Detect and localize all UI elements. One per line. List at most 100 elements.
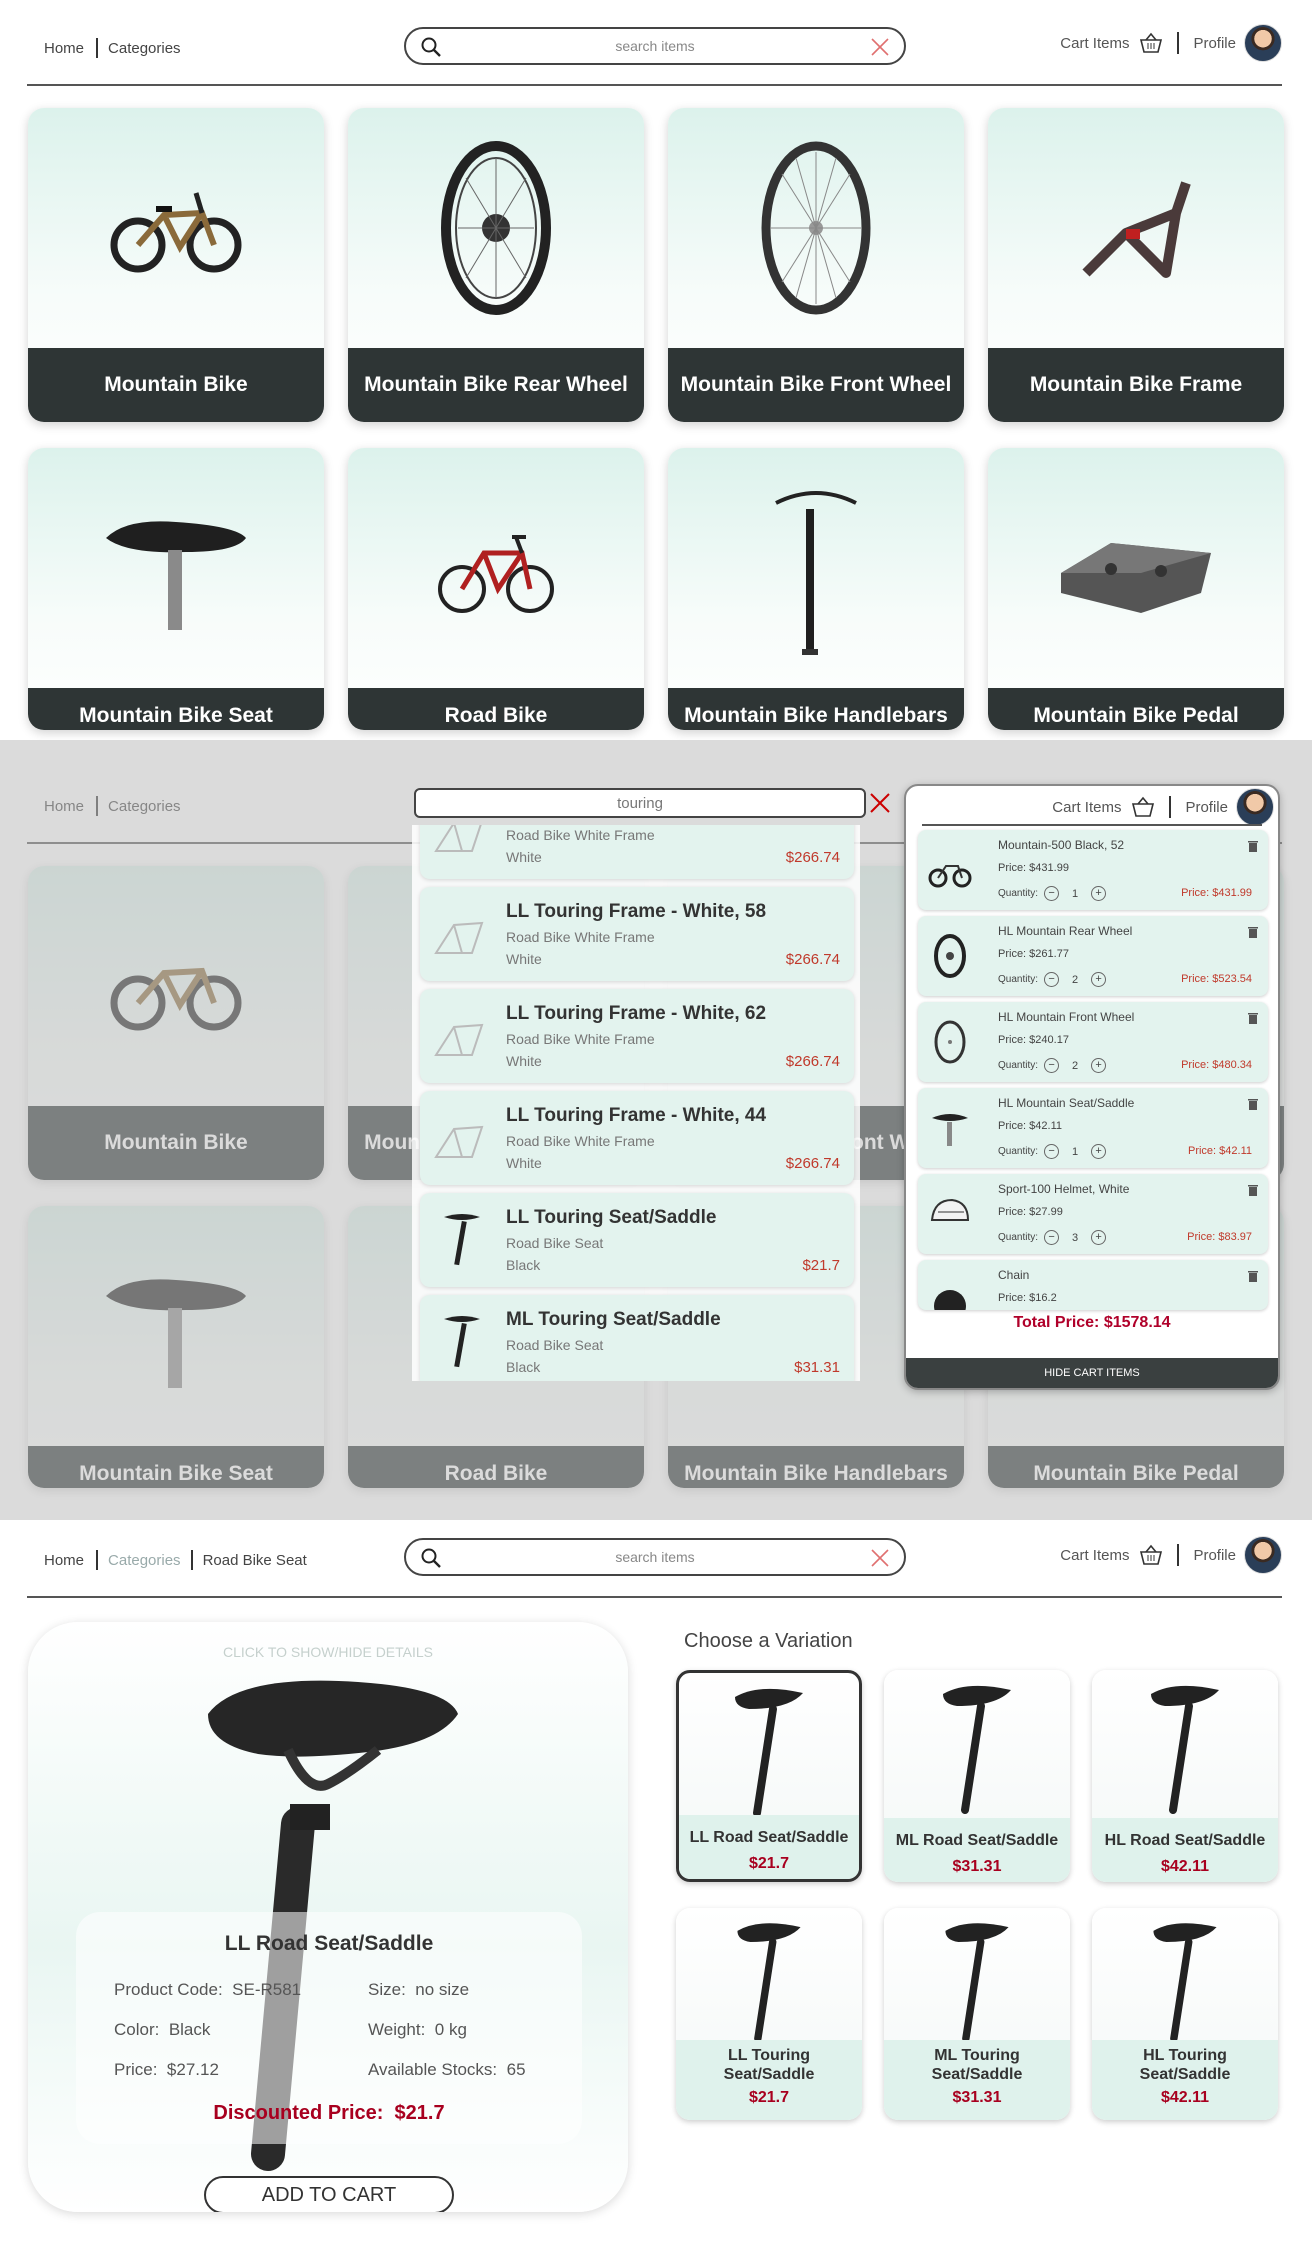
cart-items-link[interactable]: Cart Items	[1052, 799, 1121, 816]
cart-item-price: Price: $431.99	[998, 862, 1069, 874]
search-result-item[interactable]: LL Touring Frame - White, 44 Road Bike W…	[420, 1091, 854, 1185]
result-name: ML Touring Seat/Saddle	[506, 1309, 721, 1330]
cart-item-price: Price: $42.11	[998, 1120, 1063, 1132]
seat-post-image	[737, 1923, 801, 2043]
trash-icon[interactable]	[1248, 840, 1258, 852]
quantity-value: 2	[1071, 1059, 1079, 1072]
basket-icon[interactable]	[1139, 32, 1163, 54]
trash-icon[interactable]	[1248, 926, 1258, 938]
product-detail-screen: Home Categories Road Bike Seat search it…	[0, 1520, 1312, 2245]
result-price: $266.74	[785, 951, 840, 968]
add-to-cart-button[interactable]: ADD TO CART	[204, 2176, 454, 2212]
quantity-label: Quantity:	[998, 1232, 1039, 1243]
cart-item-price: Price: $27.99	[998, 1206, 1063, 1218]
variation-card[interactable]: ML Road Seat/Saddle $31.31	[884, 1670, 1070, 1882]
category-card-road-bike[interactable]: Road Bike	[348, 448, 644, 730]
variation-card[interactable]: LL Road Seat/Saddle $21.7	[676, 1670, 862, 1882]
home-link[interactable]: Home	[44, 1552, 84, 1569]
result-price: $266.74	[785, 1053, 840, 1070]
handlebars-image	[668, 448, 964, 688]
decrease-qty-button[interactable]: −	[1044, 886, 1060, 901]
variation-price: $42.11	[1160, 2089, 1210, 2106]
variation-price: $21.7	[748, 1855, 790, 1872]
mountain-bike-image	[28, 108, 324, 348]
category-card-seat[interactable]: Mountain Bike Seat	[28, 448, 324, 730]
top-nav: Home Categories Road Bike Seat search it…	[0, 1520, 1312, 1606]
avatar[interactable]	[1236, 788, 1274, 826]
discounted-price: Discounted Price: $21.7	[213, 2102, 445, 2124]
toggle-details-hint[interactable]: CLICK TO SHOW/HIDE DETAILS	[28, 1644, 628, 1660]
profile-link[interactable]: Profile	[1193, 1547, 1236, 1564]
profile-link[interactable]: Profile	[1193, 35, 1236, 52]
trash-icon[interactable]	[1248, 1270, 1258, 1282]
result-subcategory: Road Bike Seat	[506, 1337, 604, 1353]
close-search-icon[interactable]	[868, 791, 892, 815]
home-link[interactable]: Home	[44, 40, 84, 57]
category-card-frame[interactable]: Mountain Bike Frame	[988, 108, 1284, 422]
result-color: White	[506, 1155, 542, 1171]
increase-qty-button[interactable]: +	[1091, 886, 1107, 901]
search-result-item[interactable]: Road Bike White Frame White $266.74	[420, 825, 854, 879]
frame-thumbnail	[434, 1125, 484, 1158]
search-results-dropdown[interactable]: Road Bike White Frame White $266.74 LL T…	[412, 825, 860, 1381]
increase-qty-button[interactable]: +	[1091, 1230, 1107, 1245]
decrease-qty-button[interactable]: −	[1044, 1058, 1060, 1073]
category-label: Mountain Bike Handlebars	[668, 688, 964, 730]
nav-actions: Cart Items Profile	[1060, 24, 1282, 62]
trash-icon[interactable]	[1248, 1098, 1258, 1110]
search-input[interactable]: touring	[414, 788, 866, 818]
search-result-item[interactable]: LL Touring Frame - White, 62 Road Bike W…	[420, 989, 854, 1083]
variation-card[interactable]: LL Touring Seat/Saddle $21.7	[676, 1908, 862, 2120]
variation-card[interactable]: HL Road Seat/Saddle $42.11	[1092, 1670, 1278, 1882]
categories-link[interactable]: Categories	[108, 1552, 181, 1569]
variation-price: $42.11	[1160, 1858, 1210, 1875]
decrease-qty-button[interactable]: −	[1044, 1144, 1060, 1159]
clear-search-icon[interactable]	[870, 1548, 890, 1568]
category-card-handlebars[interactable]: Mountain Bike Handlebars	[668, 448, 964, 730]
result-color: White	[506, 849, 542, 865]
avatar[interactable]	[1244, 24, 1282, 62]
search-result-item[interactable]: LL Touring Frame - White, 58 Road Bike W…	[420, 887, 854, 981]
product-stock: 65	[506, 2060, 526, 2079]
basket-icon[interactable]	[1139, 1544, 1163, 1566]
categories-link[interactable]: Categories	[108, 40, 181, 57]
breadcrumb-current: Road Bike Seat	[202, 1551, 307, 1569]
category-card-pedal[interactable]: Mountain Bike Pedal	[988, 448, 1284, 730]
increase-qty-button[interactable]: +	[1091, 1058, 1107, 1073]
basket-icon[interactable]	[1131, 796, 1155, 818]
search-result-item[interactable]: ML Touring Seat/Saddle Road Bike Seat Bl…	[420, 1295, 854, 1381]
product-title: LL Road Seat/Saddle	[224, 1932, 434, 1955]
category-card-rear-wheel[interactable]: Mountain Bike Rear Wheel	[348, 108, 644, 422]
increase-qty-button[interactable]: +	[1091, 972, 1107, 987]
quantity-label: Quantity:	[998, 1060, 1039, 1071]
search-input[interactable]: search items	[406, 1549, 904, 1565]
category-label: Mountain Bike	[28, 348, 324, 422]
variation-card[interactable]: ML Touring Seat/Saddle $31.31	[884, 1908, 1070, 2120]
category-card-mountain-bike[interactable]: Mountain Bike	[28, 108, 324, 422]
price-label: Price:	[114, 2060, 158, 2079]
search-bar[interactable]: search items	[404, 27, 906, 65]
clear-search-icon[interactable]	[870, 37, 890, 57]
cart-total: Total Price: $1578.14	[1013, 1314, 1171, 1331]
search-result-item[interactable]: LL Touring Seat/Saddle Road Bike Seat Bl…	[420, 1193, 854, 1287]
trash-icon[interactable]	[1248, 1184, 1258, 1196]
variation-price: $31.31	[952, 2089, 1002, 2106]
cart-items-link[interactable]: Cart Items	[1060, 35, 1129, 52]
breadcrumb-divider	[96, 1550, 99, 1570]
cart-items-link[interactable]: Cart Items	[1060, 1547, 1129, 1564]
variation-card[interactable]: HL Touring Seat/Saddle $42.11	[1092, 1908, 1278, 2120]
search-input[interactable]: search items	[406, 38, 904, 54]
category-card-front-wheel[interactable]: Mountain Bike Front Wheel	[668, 108, 964, 422]
chain-thumbnail	[934, 1290, 966, 1310]
increase-qty-button[interactable]: +	[1091, 1144, 1107, 1159]
decrease-qty-button[interactable]: −	[1044, 1230, 1060, 1245]
trash-icon[interactable]	[1248, 1012, 1258, 1024]
result-color: Black	[506, 1257, 541, 1273]
decrease-qty-button[interactable]: −	[1044, 972, 1060, 987]
avatar[interactable]	[1244, 1536, 1282, 1574]
product-detail-card[interactable]: CLICK TO SHOW/HIDE DETAILS LL Road Seat/…	[28, 1622, 628, 2212]
search-bar[interactable]: search items	[404, 1538, 906, 1576]
hide-cart-button[interactable]: HIDE CART ITEMS	[906, 1358, 1278, 1388]
quantity-value: 1	[1071, 887, 1079, 900]
profile-link[interactable]: Profile	[1185, 799, 1228, 816]
